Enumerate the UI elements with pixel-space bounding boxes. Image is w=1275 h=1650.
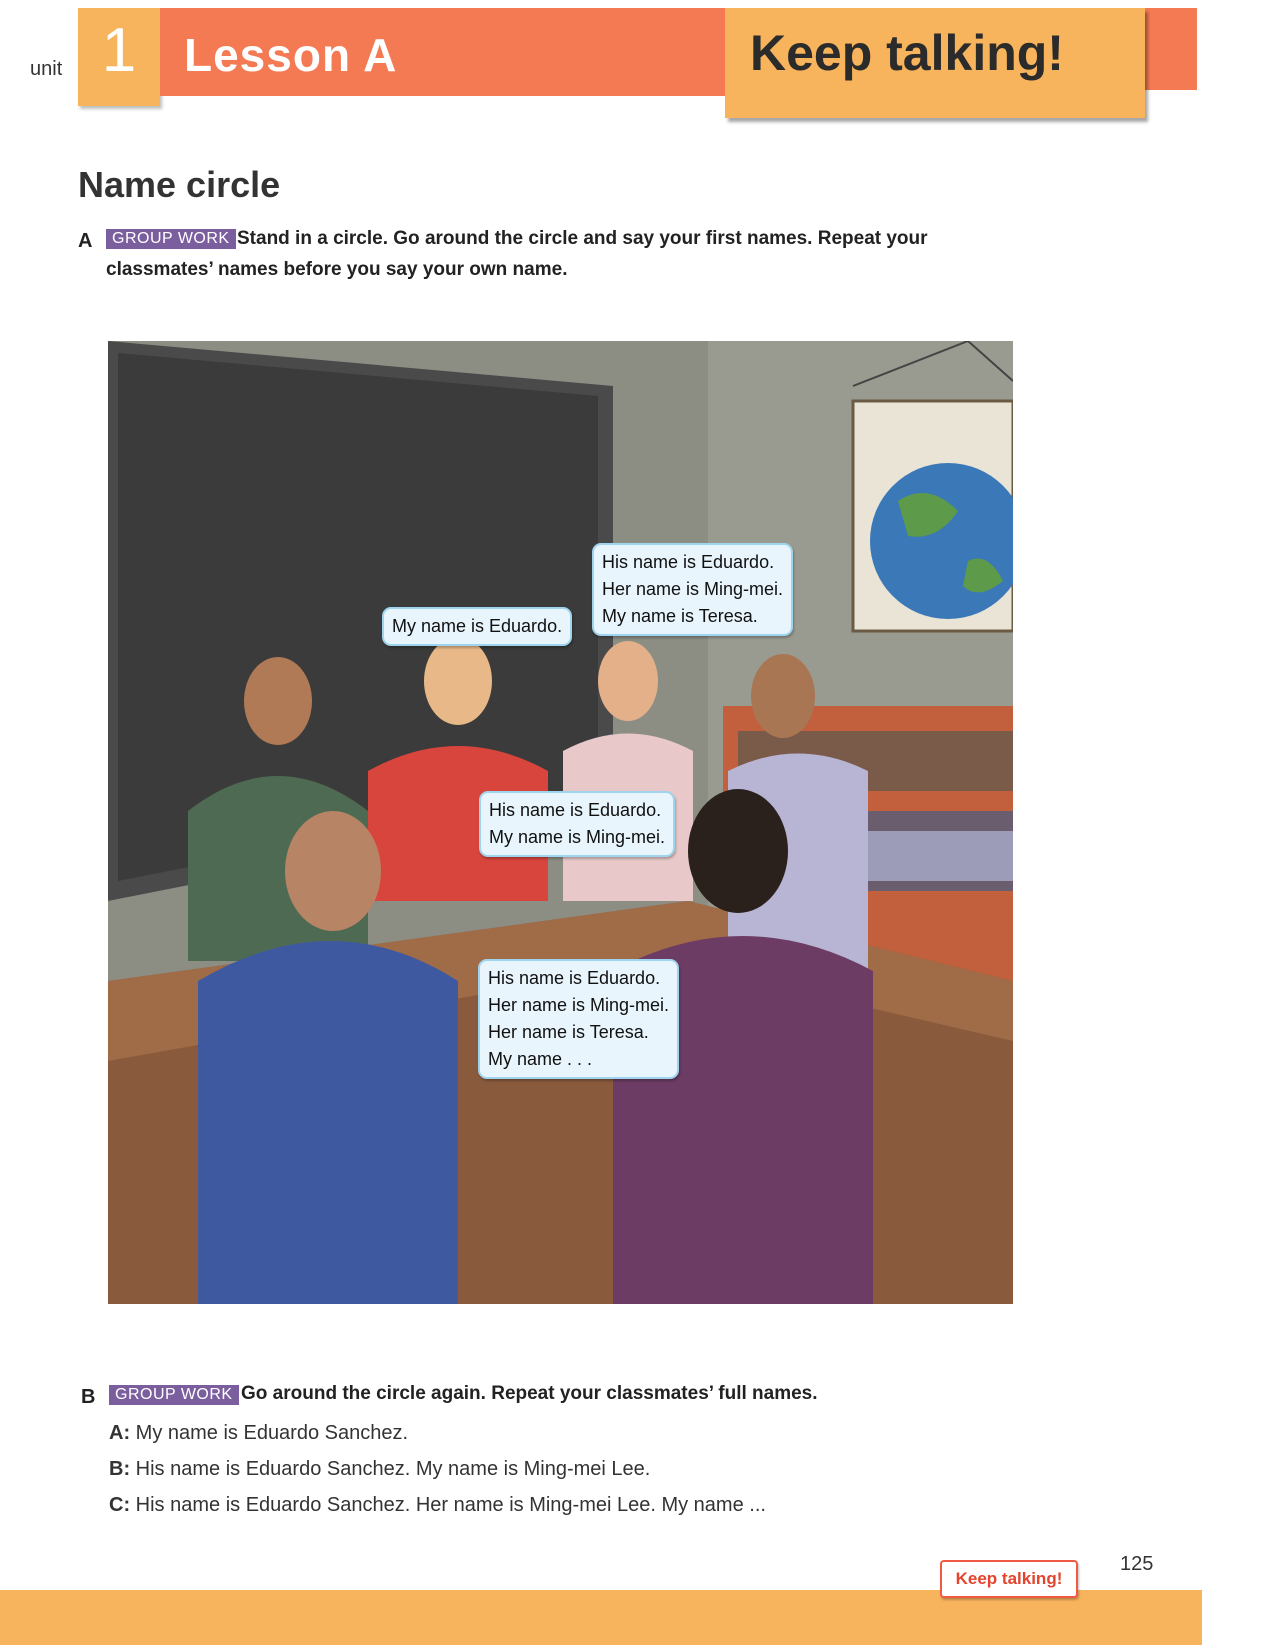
bubble-line: His name is Eduardo. — [602, 552, 775, 572]
footer-bar — [0, 1590, 1202, 1645]
exercise-b-group-work-tag: GROUP WORK — [109, 1385, 239, 1405]
bubble-line: Her name is Teresa. — [488, 1022, 649, 1042]
dialog-text: His name is Eduardo Sanchez. My name is … — [135, 1458, 651, 1480]
unit-label: unit — [30, 58, 63, 80]
bubble-line: My name is Eduardo. — [392, 616, 563, 636]
unit-number: 1 — [101, 16, 137, 85]
exercise-a-instruction-line2: classmates’ names before you say your ow… — [106, 259, 568, 280]
page-number: 125 — [1120, 1553, 1154, 1575]
bubble-line: My name is Ming-mei. — [489, 827, 666, 847]
dialog-line-c: C: His name is Eduardo Sanchez. Her name… — [109, 1494, 766, 1517]
bubble-line: His name is Eduardo. — [488, 968, 661, 988]
exercise-b-instruction: Go around the circle again. Repeat your … — [241, 1383, 818, 1404]
bubble-line: His name is Eduardo. — [489, 800, 662, 820]
speaker-label: B: — [109, 1458, 131, 1480]
bubble-line: Her name is Ming-mei. — [602, 579, 784, 599]
speech-bubble-teresa: His name is Eduardo. Her name is Ming-me… — [592, 543, 794, 636]
bubble-line: My name . . . — [488, 1049, 593, 1069]
bubble-line: My name is Teresa. — [602, 606, 758, 626]
exercise-a-instruction-line1: Stand in a circle. Go around the circle … — [237, 228, 928, 249]
speech-bubble-eduardo: My name is Eduardo. — [382, 607, 573, 646]
speaker-label: C: — [109, 1494, 131, 1516]
dialog-line-a: A: My name is Eduardo Sanchez. — [109, 1422, 408, 1445]
exercise-b-letter: B — [81, 1386, 96, 1408]
exercise-a-group-work-tag: GROUP WORK — [106, 229, 236, 249]
speech-bubble-fourth-student: His name is Eduardo. Her name is Ming-me… — [478, 959, 680, 1079]
dialog-text: My name is Eduardo Sanchez. — [135, 1422, 409, 1444]
bubble-line: Her name is Ming-mei. — [488, 995, 670, 1015]
section-tab-title: Keep talking! — [750, 25, 1064, 81]
speaker-label: A: — [109, 1422, 131, 1444]
dialog-text: His name is Eduardo Sanchez. Her name is… — [135, 1494, 766, 1516]
footer-keep-talking-tag: Keep talking! — [940, 1560, 1078, 1598]
speech-bubble-ming-mei: His name is Eduardo. My name is Ming-mei… — [479, 791, 676, 857]
page-title: Name circle — [78, 164, 281, 205]
exercise-a-letter: A — [78, 230, 93, 252]
dialog-line-b: B: His name is Eduardo Sanchez. My name … — [109, 1458, 650, 1481]
lesson-title: Lesson A — [184, 29, 398, 81]
